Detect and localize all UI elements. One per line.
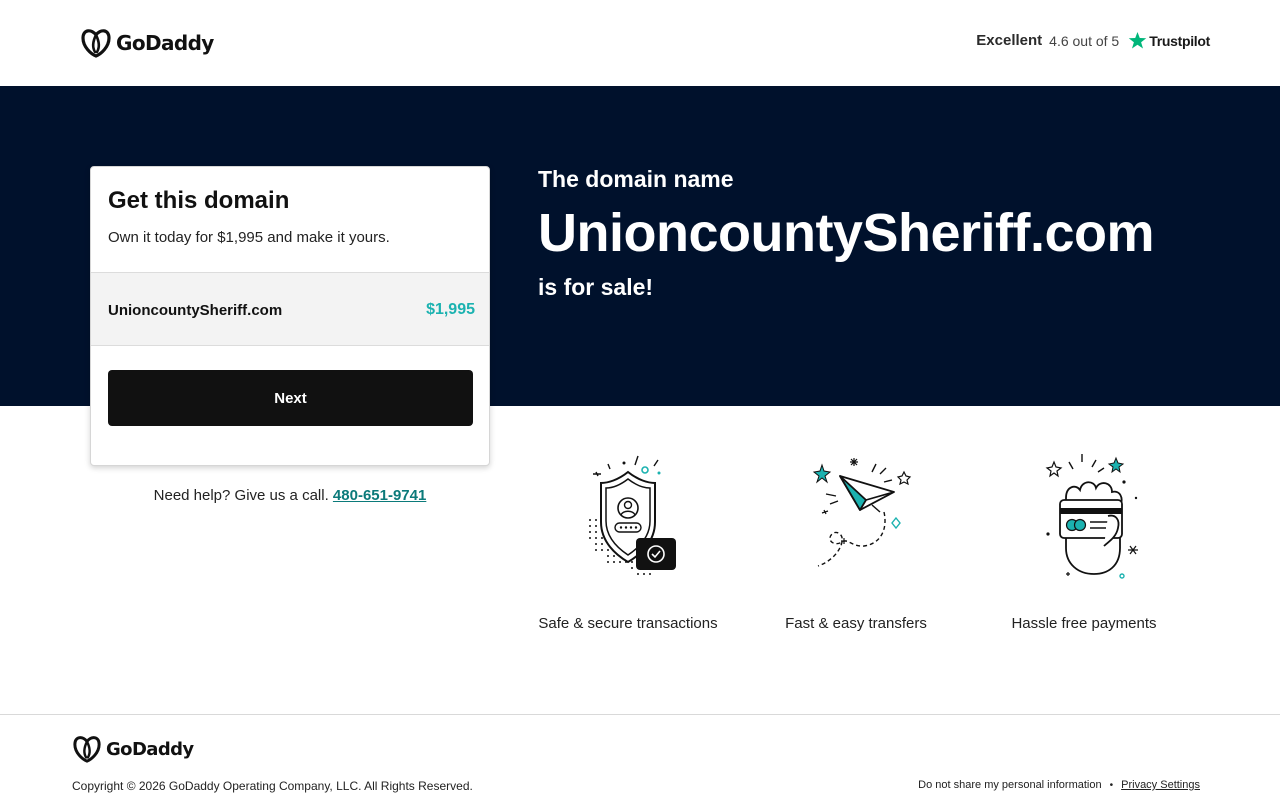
purchase-card: Get this domain Own it today for $1,995 …	[90, 166, 490, 466]
do-not-share-link[interactable]: Do not share my personal information	[918, 779, 1101, 791]
hero-domain-name: UnioncountySheriff.com	[538, 203, 1155, 263]
logo-wordmark: GoDaddy	[116, 31, 214, 55]
trustpilot-label: Excellent	[976, 32, 1043, 49]
card-domain-name: UnioncountySheriff.com	[108, 302, 283, 319]
feature-label: Safe & secure transactions	[538, 615, 718, 632]
godaddy-mark-icon	[73, 736, 101, 763]
godaddy-logo[interactable]: GoDaddy	[80, 28, 214, 58]
trustpilot-brand-text: Trustpilot	[1149, 32, 1210, 49]
help-text: Need help? Give us a call.	[153, 487, 329, 504]
card-subtitle: Own it today for $1,995 and make it your…	[108, 229, 390, 246]
next-button[interactable]: Next	[108, 370, 473, 426]
hero-text: The domain name UnioncountySheriff.com i…	[538, 166, 1155, 301]
footer-logo-wordmark: GoDaddy	[106, 738, 194, 760]
feature-label: Fast & easy transfers	[785, 615, 927, 632]
footer-links: Do not share my personal information • P…	[918, 779, 1200, 791]
domain-price-row: UnioncountySheriff.com $1,995	[91, 272, 489, 346]
footer-separator: •	[1109, 779, 1114, 791]
phone-link[interactable]: 480-651-9741	[333, 487, 426, 504]
godaddy-mark-icon	[81, 29, 111, 58]
hero-for-sale: is for sale!	[538, 273, 654, 300]
help-line: Need help? Give us a call. 480-651-9741	[90, 487, 490, 504]
feature-label: Hassle free payments	[1011, 615, 1157, 632]
hero-kicker: The domain name	[538, 166, 734, 192]
trustpilot-brand: Trustpilot	[1128, 31, 1210, 50]
site-footer: GoDaddy Copyright © 2026 GoDaddy Operati…	[0, 714, 1280, 800]
hand-card-icon	[1045, 454, 1138, 579]
trustpilot-rating: 4.6 out of 5	[1049, 32, 1120, 49]
trustpilot-star-icon	[1128, 31, 1147, 49]
copyright-text: Copyright © 2026 GoDaddy Operating Compa…	[72, 779, 473, 793]
card-price: $1,995	[426, 301, 475, 318]
trustpilot-widget[interactable]: Excellent 4.6 out of 5 Trustpilot	[976, 31, 1210, 50]
footer-godaddy-logo[interactable]: GoDaddy	[72, 735, 194, 763]
shield-lock-icon	[589, 455, 676, 575]
feature-secure: Safe & secure transactions	[518, 450, 738, 632]
feature-payments: Hassle free payments	[974, 450, 1194, 632]
paper-plane-icon	[812, 458, 912, 567]
site-header: GoDaddy Excellent 4.6 out of 5 Trustpilo…	[0, 0, 1280, 86]
card-title: Get this domain	[108, 187, 290, 214]
privacy-settings-link[interactable]: Privacy Settings	[1121, 779, 1200, 791]
feature-transfers: Fast & easy transfers	[746, 450, 966, 632]
